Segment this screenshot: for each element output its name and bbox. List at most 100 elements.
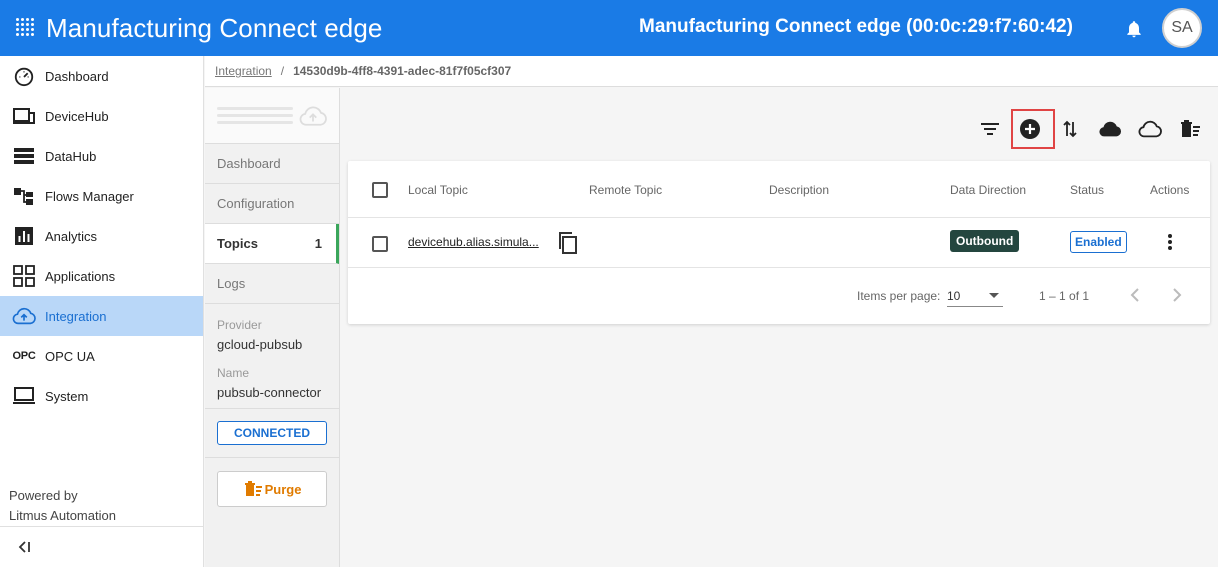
- cloud-upload-icon: [12, 304, 36, 328]
- main-sidebar: Dashboard DeviceHub DataHub Flows Manage…: [0, 56, 204, 567]
- column-header-actions: Actions: [1150, 183, 1190, 197]
- local-topic-link[interactable]: devicehub.alias.simula...: [408, 235, 539, 249]
- provider-label: Provider: [217, 318, 262, 332]
- topics-content: Local Topic Remote Topic Description Dat…: [341, 88, 1218, 567]
- collapse-left-icon: [18, 541, 30, 553]
- items-per-page-label: Items per page:: [857, 289, 941, 303]
- tab-configuration[interactable]: Configuration: [205, 184, 339, 224]
- highlight-box: [1011, 109, 1055, 149]
- gauge-icon: [12, 64, 36, 88]
- sidebar-item-label: DataHub: [45, 148, 97, 164]
- tab-label: Logs: [217, 276, 246, 291]
- tab-topics[interactable]: Topics 1: [205, 224, 339, 264]
- sidebar-item-devicehub[interactable]: DeviceHub: [0, 96, 203, 136]
- sidebar-item-integration[interactable]: Integration: [0, 296, 203, 336]
- delete-list-icon: [244, 481, 262, 496]
- filter-button[interactable]: [978, 117, 1002, 141]
- divider: [205, 408, 339, 409]
- cloud-outline-button[interactable]: [1138, 117, 1162, 141]
- table-header: Local Topic Remote Topic Description Dat…: [348, 161, 1210, 218]
- previous-page-icon[interactable]: [1126, 285, 1146, 305]
- sidebar-item-datahub[interactable]: DataHub: [0, 136, 203, 176]
- delete-list-icon: [1181, 120, 1200, 137]
- device-title: Manufacturing Connect edge (00:0c:29:f7:…: [639, 16, 1073, 37]
- sidebar-item-system[interactable]: System: [0, 376, 203, 416]
- purge-button[interactable]: Purge: [217, 471, 327, 507]
- delete-topics-button[interactable]: [1178, 117, 1202, 141]
- purge-label: Purge: [264, 481, 302, 497]
- laptop-icon: [12, 384, 36, 408]
- column-header-remote-topic[interactable]: Remote Topic: [589, 183, 662, 197]
- sidebar-item-label: DeviceHub: [45, 108, 109, 124]
- breadcrumb-separator: /: [280, 64, 285, 78]
- sidebar-item-flows-manager[interactable]: Flows Manager: [0, 176, 203, 216]
- sidebar-item-analytics[interactable]: Analytics: [0, 216, 203, 256]
- select-all-checkbox[interactable]: [372, 182, 388, 198]
- connection-status-badge: CONNECTED: [217, 421, 327, 445]
- cloud-sync-button[interactable]: [1098, 117, 1122, 141]
- sidebar-item-label: OPC UA: [45, 348, 95, 364]
- sidebar-item-opc-ua[interactable]: OPC OPC UA: [0, 336, 203, 376]
- storage-icon: [12, 144, 36, 168]
- devices-icon: [12, 104, 36, 128]
- user-avatar[interactable]: SA: [1162, 8, 1202, 48]
- data-direction-badge: Outbound: [950, 230, 1020, 252]
- paginator: Items per page: 10 1 – 1 of 1: [348, 268, 1210, 323]
- powered-by-line: Powered by: [9, 488, 78, 503]
- sidebar-item-dashboard[interactable]: Dashboard: [0, 56, 203, 96]
- tab-label: Topics: [217, 236, 258, 251]
- connector-logo: [205, 88, 339, 144]
- tab-label: Configuration: [217, 196, 295, 211]
- topics-count-badge: 1: [314, 236, 322, 251]
- connector-panel: Dashboard Configuration Topics 1 Logs Pr…: [205, 88, 340, 567]
- items-per-page-value: 10: [947, 288, 961, 303]
- more-vert-icon[interactable]: [1160, 232, 1180, 252]
- sort-arrows-icon: [1063, 120, 1077, 138]
- column-header-data-direction[interactable]: Data Direction: [950, 183, 1026, 197]
- breadcrumb: Integration / 14530d9b-4ff8-4391-adec-81…: [205, 56, 1218, 87]
- topics-table-card: Local Topic Remote Topic Description Dat…: [348, 161, 1210, 324]
- tab-logs[interactable]: Logs: [205, 264, 339, 304]
- tab-label: Dashboard: [217, 156, 281, 171]
- notification-bell-icon[interactable]: [1124, 18, 1144, 40]
- sidebar-item-label: Analytics: [45, 228, 98, 244]
- app-title: Manufacturing Connect edge: [46, 12, 383, 43]
- breadcrumb-integration-link[interactable]: Integration: [215, 64, 272, 78]
- provider-field: Provider gcloud-pubsub: [205, 318, 339, 352]
- powered-by-text: Powered by Litmus Automation: [9, 486, 116, 526]
- name-label: Name: [217, 366, 250, 380]
- chevron-down-icon: [989, 292, 999, 298]
- sidebar-item-label: Dashboard: [45, 68, 109, 84]
- grid-apps-icon: [12, 264, 36, 288]
- status-badge: Enabled: [1070, 231, 1127, 253]
- table-row: devicehub.alias.simula... Outbound Enabl…: [348, 218, 1210, 268]
- sidebar-item-applications[interactable]: Applications: [0, 256, 203, 296]
- copy-icon[interactable]: [557, 231, 579, 255]
- collapse-sidebar-button[interactable]: [0, 526, 204, 567]
- powered-by-company: Litmus Automation: [9, 508, 116, 523]
- name-value: pubsub-connector: [217, 385, 322, 400]
- top-app-bar: Manufacturing Connect edge Manufacturing…: [0, 0, 1218, 56]
- items-per-page-select[interactable]: 10: [947, 285, 1003, 307]
- tab-dashboard[interactable]: Dashboard: [205, 144, 339, 184]
- sidebar-item-label: Applications: [45, 268, 116, 284]
- cloud-outline-icon: [1138, 120, 1162, 138]
- row-checkbox[interactable]: [372, 236, 388, 252]
- sidebar-item-label: System: [45, 388, 89, 404]
- cloud-upload-icon: [299, 106, 327, 126]
- breadcrumb-current: 14530d9b-4ff8-4391-adec-81f7f05cf307: [293, 64, 512, 78]
- page-range-label: 1 – 1 of 1: [1039, 289, 1090, 303]
- provider-value: gcloud-pubsub: [217, 337, 303, 352]
- filter-icon: [981, 123, 999, 135]
- next-page-icon[interactable]: [1166, 285, 1186, 305]
- column-header-status[interactable]: Status: [1070, 183, 1104, 197]
- sidebar-item-label: Flows Manager: [45, 188, 134, 204]
- analytics-icon: [12, 224, 36, 248]
- column-header-local-topic[interactable]: Local Topic: [408, 183, 468, 197]
- app-launcher-icon[interactable]: [16, 18, 36, 38]
- sidebar-item-label: Integration: [45, 308, 107, 324]
- sort-button[interactable]: [1058, 117, 1082, 141]
- brand[interactable]: Manufacturing Connect edge: [16, 13, 383, 44]
- column-header-description[interactable]: Description: [769, 183, 829, 197]
- flow-icon: [12, 184, 36, 208]
